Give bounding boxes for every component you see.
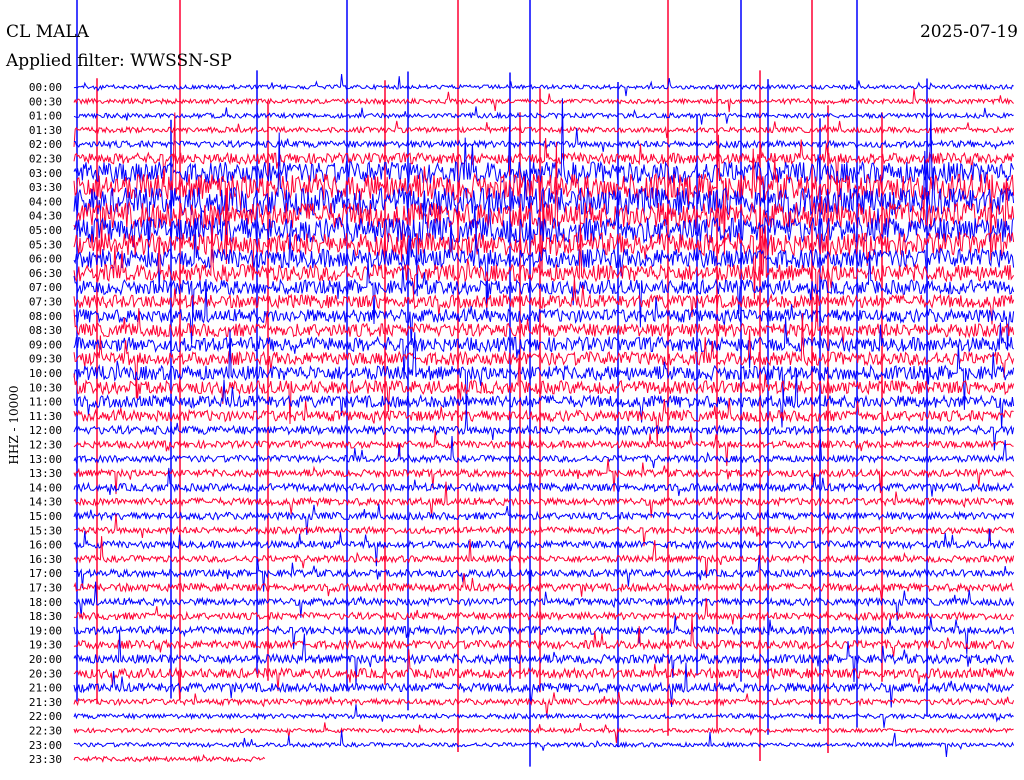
channel-axis-label: HHZ - 10000 <box>7 385 21 465</box>
time-tick-label: 01:00 <box>29 110 62 123</box>
trace-row <box>73 88 1014 113</box>
time-tick-label: 22:30 <box>29 725 62 738</box>
time-tick-label: 06:30 <box>29 267 62 280</box>
time-tick-label: 09:30 <box>29 353 62 366</box>
trace-row <box>73 251 1015 328</box>
time-tick-label: 18:00 <box>29 596 62 609</box>
trace-row <box>73 730 1015 758</box>
trace-row <box>73 753 266 763</box>
time-tick-label: 23:30 <box>29 753 62 766</box>
time-tick-label: 18:30 <box>29 610 62 623</box>
time-tick-label: 07:00 <box>29 281 62 294</box>
time-tick-label: 14:30 <box>29 496 62 509</box>
time-tick-label: 10:30 <box>29 381 62 394</box>
time-tick-label: 17:00 <box>29 567 62 580</box>
trace-row <box>73 435 1015 469</box>
time-tick-label: 11:30 <box>29 410 62 423</box>
time-tick-label: 08:00 <box>29 310 62 323</box>
trace-row <box>73 354 1015 425</box>
time-tick-label: 19:30 <box>29 639 62 652</box>
trace-row <box>73 74 1014 97</box>
time-tick-label: 13:30 <box>29 467 62 480</box>
station-title: CL MALA <box>6 22 89 42</box>
trace-row <box>73 98 1015 204</box>
time-tick-label: 20:30 <box>29 667 62 680</box>
time-tick-label: 03:00 <box>29 167 62 180</box>
date-label: 2025-07-19 <box>919 22 1018 42</box>
trace-row <box>73 631 1014 686</box>
trace-row <box>74 127 1015 152</box>
time-tick-label: 17:30 <box>29 582 62 595</box>
time-tick-label: 05:30 <box>29 238 62 251</box>
time-tick-label: 02:30 <box>29 153 62 166</box>
time-tick-label: 02:00 <box>29 138 62 151</box>
filter-label: Applied filter: WWSSN-SP <box>6 51 232 71</box>
time-tick-label: 08:30 <box>29 324 62 337</box>
time-tick-label: 23:00 <box>29 739 62 752</box>
time-tick-label: 16:00 <box>29 539 62 552</box>
trace-row <box>73 277 1015 325</box>
time-tick-label: 05:00 <box>29 224 62 237</box>
time-tick-label: 21:30 <box>29 696 62 709</box>
time-tick-label: 07:30 <box>29 296 62 309</box>
trace-row <box>73 106 1014 125</box>
trace-row <box>73 722 1014 744</box>
time-tick-label: 14:00 <box>29 481 62 494</box>
time-tick-label: 16:30 <box>29 553 62 566</box>
time-tick-label: 13:00 <box>29 453 62 466</box>
trace-row <box>73 704 1014 728</box>
time-tick-label: 03:30 <box>29 181 62 194</box>
time-tick-label: 15:30 <box>29 524 62 537</box>
helicorder-plot: 00:0000:30 01:0001:3002:00 02:3003:0003:30… <box>29 0 1015 767</box>
time-tick-label: 04:30 <box>29 210 62 223</box>
time-tick-label: 12:00 <box>29 424 62 437</box>
time-tick-label: 20:00 <box>29 653 62 666</box>
time-tick-label: 01:30 <box>29 124 62 137</box>
time-tick-label: 19:00 <box>29 624 62 637</box>
time-tick-label: 00:00 <box>29 81 62 94</box>
trace-row <box>73 278 1015 351</box>
time-tick-label: 04:00 <box>29 195 62 208</box>
time-tick-label: 00:30 <box>29 95 62 108</box>
trace-row <box>73 397 1014 445</box>
time-tick-label: 06:00 <box>29 253 62 266</box>
trace-row <box>73 691 1015 718</box>
time-tick-label: 11:00 <box>29 396 62 409</box>
time-tick-label: 10:00 <box>29 367 62 380</box>
trace-row <box>73 615 1015 654</box>
time-tick-label: 12:30 <box>29 439 62 452</box>
trace-row <box>73 615 1015 657</box>
trace-row <box>73 430 1014 467</box>
time-tick-label: 22:00 <box>29 710 62 723</box>
time-tick-label: 15:00 <box>29 510 62 523</box>
time-tick-label: 09:00 <box>29 338 62 351</box>
trace-row <box>73 329 1015 416</box>
time-tick-label: 21:00 <box>29 682 62 695</box>
trace-row <box>73 573 1014 602</box>
